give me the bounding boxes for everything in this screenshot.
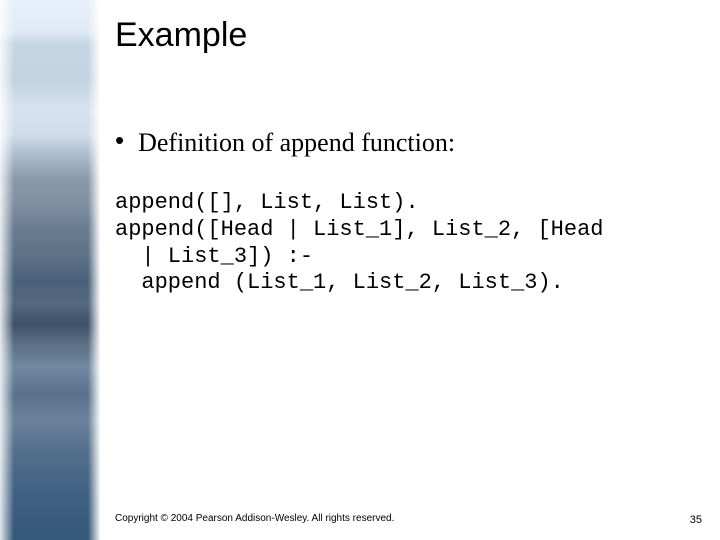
sidebar-image <box>0 0 100 540</box>
footer: Copyright © 2004 Pearson Addison-Wesley.… <box>115 513 675 524</box>
copyright-text: Copyright © 2004 Pearson Addison-Wesley.… <box>115 513 394 524</box>
bullet-dot-icon: • <box>115 127 124 153</box>
slide-content: Example • Definition of append function:… <box>115 0 705 540</box>
page-number: 35 <box>690 514 702 526</box>
slide-title: Example <box>115 16 247 55</box>
bullet-text: Definition of append function: <box>138 128 455 158</box>
code-block: append([], List, List). append([Head | L… <box>115 190 675 297</box>
slide: Example • Definition of append function:… <box>0 0 720 540</box>
bullet-item: • Definition of append function: <box>115 128 455 158</box>
